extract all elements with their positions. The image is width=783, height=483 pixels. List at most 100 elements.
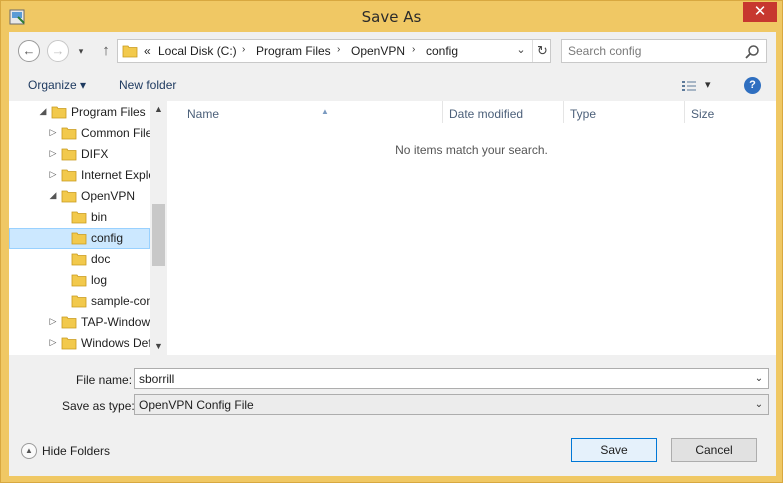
folder-icon (61, 337, 77, 350)
tree-item-sample-config[interactable]: sample-config (9, 291, 150, 312)
scroll-thumb[interactable] (152, 204, 165, 266)
navigation-pane[interactable]: ◢ Program Files ▷ Common Files ▷ DIFX ▷ (9, 101, 150, 355)
sort-ascending-icon: ▲ (321, 107, 329, 116)
browser-area: ◢ Program Files ▷ Common Files ▷ DIFX ▷ (9, 101, 776, 355)
address-bar[interactable]: « Local Disk (C:) › Program Files › Open… (117, 39, 551, 63)
file-name-combo[interactable]: ⌄ (134, 368, 769, 389)
tree-item-label: Common Files (81, 126, 150, 140)
expand-arrow-icon[interactable]: ▷ (48, 316, 58, 327)
tree-item-label: DIFX (81, 147, 109, 161)
tree-item-log[interactable]: log (9, 270, 150, 291)
breadcrumb-program-files[interactable]: Program Files (256, 44, 331, 58)
tree-item-bin[interactable]: bin (9, 207, 150, 228)
folder-icon (61, 190, 77, 203)
save-button[interactable]: Save (571, 438, 657, 462)
folder-icon (51, 106, 67, 119)
file-name-dropdown-icon[interactable]: ⌄ (752, 371, 766, 386)
tree-item-label: TAP-Windows (81, 315, 150, 329)
column-header-size[interactable]: Size (685, 101, 757, 123)
title-bar[interactable]: Save As ✕ (1, 1, 782, 33)
search-box[interactable] (561, 39, 767, 63)
scroll-up-button[interactable]: ▲ (150, 101, 167, 118)
tree-item-difx[interactable]: ▷ DIFX (9, 144, 150, 165)
dialog-client-area: ← → ▾ ↑ « Local Disk (C:) › Program File… (9, 32, 776, 476)
expand-arrow-icon[interactable]: ▷ (48, 337, 58, 348)
folder-icon (71, 253, 87, 266)
command-bar: Organize ▾ New folder ▾ ? (9, 72, 776, 100)
hide-folders-label: Hide Folders (42, 444, 111, 458)
tree-item-label: doc (91, 252, 111, 266)
folder-icon (71, 232, 87, 245)
breadcrumb-overflow[interactable]: « (144, 44, 151, 58)
search-input[interactable] (568, 43, 738, 59)
tree-item-program-files[interactable]: ◢ Program Files (9, 102, 150, 123)
folder-icon (71, 274, 87, 287)
navigation-scrollbar[interactable]: ▲ ▼ (150, 101, 167, 355)
breadcrumb-separator[interactable]: › (242, 44, 245, 55)
expand-arrow-icon[interactable]: ▷ (48, 169, 58, 180)
save-as-dialog: Save As ✕ ← → ▾ ↑ « Local Disk (C:) › Pr… (0, 0, 783, 483)
save-as-type-value: OpenVPN Config File (139, 398, 254, 412)
forward-button[interactable]: → (47, 40, 69, 62)
collapse-arrow-icon[interactable]: ◢ (48, 190, 58, 201)
column-header-type[interactable]: Type (564, 101, 685, 123)
refresh-button[interactable]: ↻ (532, 40, 552, 62)
new-folder-button[interactable]: New folder (119, 78, 176, 92)
save-as-type-label: Save as type: (62, 399, 135, 413)
scroll-down-button[interactable]: ▼ (150, 338, 167, 355)
tree-item-doc[interactable]: doc (9, 249, 150, 270)
tree-item-internet-explorer[interactable]: ▷ Internet Explorer (9, 165, 150, 186)
help-button[interactable]: ? (744, 77, 761, 94)
save-as-type-dropdown-icon[interactable]: ⌄ (752, 397, 766, 412)
tree-item-tap-windows[interactable]: ▷ TAP-Windows (9, 312, 150, 333)
tree-item-label: config (91, 231, 124, 245)
tree-item-config[interactable]: config (9, 228, 150, 249)
breadcrumb-separator[interactable]: › (412, 44, 415, 55)
save-as-type-select[interactable]: OpenVPN Config File ⌄ (134, 394, 769, 415)
folder-icon (61, 127, 77, 140)
change-view-button[interactable]: ▾ (681, 78, 715, 94)
tree-item-label: Internet Explorer (81, 168, 150, 182)
address-dropdown-button[interactable]: ⌄ (514, 43, 528, 59)
expand-arrow-icon[interactable]: ▷ (48, 148, 58, 159)
search-icon[interactable] (744, 44, 760, 60)
views-dropdown-icon: ▾ (705, 79, 711, 91)
folder-icon (61, 316, 77, 329)
tree-item-label: OpenVPN (81, 189, 136, 203)
back-button[interactable]: ← (18, 40, 40, 62)
tree-item-label: Program Files (71, 105, 146, 119)
breadcrumb-local-disk[interactable]: Local Disk (C:) (158, 44, 237, 58)
close-button[interactable]: ✕ (743, 2, 777, 22)
breadcrumb-openvpn[interactable]: OpenVPN (351, 44, 405, 58)
column-header-name[interactable]: Name ▲ (181, 101, 443, 123)
details-view-icon (682, 81, 696, 91)
collapse-arrow-icon[interactable]: ◢ (38, 106, 48, 117)
cancel-button[interactable]: Cancel (671, 438, 757, 462)
file-list[interactable]: Name ▲ Date modified Type Size No items … (167, 101, 776, 355)
column-header-date-modified[interactable]: Date modified (443, 101, 564, 123)
folder-icon (71, 211, 87, 224)
expand-arrow-icon[interactable]: ▷ (48, 127, 58, 138)
window-title: Save As (361, 8, 422, 26)
chevron-up-icon: ▲ (21, 443, 37, 459)
recent-locations-button[interactable]: ▾ (75, 42, 87, 60)
file-name-label: File name: (76, 373, 133, 387)
tree-item-label: Windows Defender (81, 336, 150, 350)
folder-icon (61, 148, 77, 161)
breadcrumb-separator[interactable]: › (337, 44, 340, 55)
breadcrumb-config[interactable]: config (426, 44, 458, 58)
column-label: Name (187, 107, 220, 121)
tree-item-label: bin (91, 210, 108, 224)
tree-item-label: log (91, 273, 108, 287)
tree-item-common-files[interactable]: ▷ Common Files (9, 123, 150, 144)
tree-item-openvpn[interactable]: ◢ OpenVPN (9, 186, 150, 207)
empty-list-message: No items match your search. (395, 143, 548, 157)
tree-item-windows-defender[interactable]: ▷ Windows Defender (9, 333, 150, 354)
tree-item-label: sample-config (91, 294, 150, 308)
organize-button[interactable]: Organize ▾ (28, 78, 86, 92)
folder-icon (71, 295, 87, 308)
up-button[interactable]: ↑ (97, 41, 115, 61)
file-name-input[interactable] (139, 371, 739, 386)
folder-icon (61, 169, 77, 182)
folder-icon (122, 45, 138, 58)
